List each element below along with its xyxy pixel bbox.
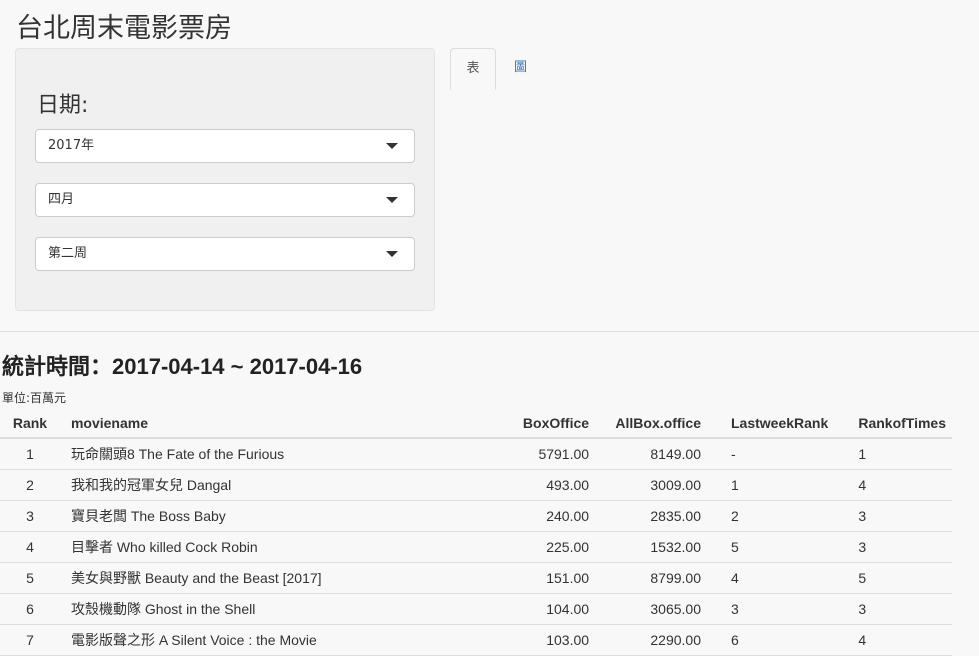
table-row: 3 寶貝老闆 The Boss Baby 240.00 2835.00 2 3 — [0, 500, 952, 532]
cell-rank: 5 — [0, 562, 60, 594]
cell-moviename: 美女與野獸 Beauty and the Beast [2017] — [59, 562, 460, 594]
header-boxoffice[interactable]: BoxOffice — [459, 408, 596, 439]
cell-lastweekrank: - — [707, 438, 835, 470]
cell-rank: 2 — [0, 469, 60, 501]
cell-lastweekrank: 2 — [707, 500, 835, 532]
year-select-value: 2017年 — [48, 138, 95, 153]
table-row: 2 我和我的冠軍女兒 Dangal 493.00 3009.00 1 4 — [0, 469, 952, 501]
cell-lastweekrank: 3 — [707, 593, 835, 625]
cell-moviename: 攻殼機動隊 Ghost in the Shell — [59, 593, 460, 625]
cell-boxoffice: 103.00 — [459, 624, 596, 656]
cell-moviename: 目擊者 Who killed Cock Robin — [59, 531, 460, 563]
caret-down-icon — [386, 197, 398, 203]
cell-rankoftimes: 3 — [834, 593, 952, 625]
header-rank[interactable]: Rank — [0, 408, 60, 439]
table-row: 7 電影版聲之形 A Silent Voice : the Movie 103.00… — [0, 624, 952, 656]
cell-lastweekrank: 5 — [707, 531, 835, 563]
cell-allboxoffice: 8799.00 — [595, 562, 707, 594]
tab-chart[interactable]: 圖 — [500, 48, 541, 90]
cell-rankoftimes: 1 — [834, 438, 952, 470]
date-label: 日期: — [37, 93, 89, 118]
stat-period-title: 統計時間：2017-04-14 ~ 2017-04-16 — [2, 354, 363, 379]
cell-rankoftimes: 4 — [834, 469, 952, 501]
week-select-value: 第二周 — [48, 246, 88, 261]
table-row: 1 玩命關頭8 The Fate of the Furious 5791.00 814… — [0, 438, 952, 470]
cell-boxoffice: 151.00 — [459, 562, 596, 594]
cell-boxoffice: 5791.00 — [459, 438, 596, 470]
cell-lastweekrank: 1 — [707, 469, 835, 501]
cell-moviename: 寶貝老闆 The Boss Baby — [59, 500, 460, 532]
box-office-table: Rank moviename BoxOffice AllBox.office L… — [0, 408, 952, 656]
cell-boxoffice: 225.00 — [459, 531, 596, 563]
caret-down-icon — [386, 143, 398, 149]
sidebar-panel: 日期: 2017年 四月 第二周 — [15, 48, 435, 311]
caret-down-icon — [386, 251, 398, 257]
header-lastweekrank[interactable]: LastweekRank — [707, 408, 835, 439]
cell-allboxoffice: 3009.00 — [595, 469, 707, 501]
table-row: 5 美女與野獸 Beauty and the Beast [2017] 151.00… — [0, 562, 952, 594]
cell-rank: 1 — [0, 438, 60, 470]
table-header-row: Rank moviename BoxOffice AllBox.office L… — [0, 408, 952, 439]
cell-moviename: 玩命關頭8 The Fate of the Furious — [59, 438, 460, 470]
cell-rank: 7 — [0, 624, 60, 656]
cell-allboxoffice: 2835.00 — [595, 500, 707, 532]
cell-allboxoffice: 3065.00 — [595, 593, 707, 625]
divider — [0, 331, 979, 332]
header-allboxoffice[interactable]: AllBox.office — [595, 408, 707, 439]
cell-boxoffice: 104.00 — [459, 593, 596, 625]
cell-rank: 4 — [0, 531, 60, 563]
cell-rank: 3 — [0, 500, 60, 532]
unit-label: 單位:百萬元 — [2, 391, 67, 405]
cell-lastweekrank: 4 — [707, 562, 835, 594]
cell-allboxoffice: 2290.00 — [595, 624, 707, 656]
app-title: 台北周末電影票房 — [16, 13, 232, 44]
month-select-value: 四月 — [48, 192, 75, 207]
table-row: 6 攻殼機動隊 Ghost in the Shell 104.00 3065.00 3 3 — [0, 593, 952, 625]
cell-allboxoffice: 8149.00 — [595, 438, 707, 470]
month-select[interactable]: 四月 — [35, 183, 415, 217]
year-select[interactable]: 2017年 — [35, 129, 415, 163]
cell-rank: 6 — [0, 593, 60, 625]
cell-boxoffice: 493.00 — [459, 469, 596, 501]
cell-moviename: 我和我的冠軍女兒 Dangal — [59, 469, 460, 501]
header-rankoftimes[interactable]: RankofTimes — [834, 408, 952, 439]
cell-rankoftimes: 4 — [834, 624, 952, 656]
week-select[interactable]: 第二周 — [35, 237, 415, 271]
tab-table[interactable]: 表 — [450, 48, 496, 90]
cell-rankoftimes: 3 — [834, 500, 952, 532]
table-row: 4 目擊者 Who killed Cock Robin 225.00 1532.00 5… — [0, 531, 952, 563]
cell-allboxoffice: 1532.00 — [595, 531, 707, 563]
cell-rankoftimes: 5 — [834, 562, 952, 594]
cell-moviename: 電影版聲之形 A Silent Voice : the Movie — [59, 624, 460, 656]
cell-rankoftimes: 3 — [834, 531, 952, 563]
cell-lastweekrank: 6 — [707, 624, 835, 656]
cell-boxoffice: 240.00 — [459, 500, 596, 532]
header-moviename[interactable]: moviename — [59, 408, 460, 439]
